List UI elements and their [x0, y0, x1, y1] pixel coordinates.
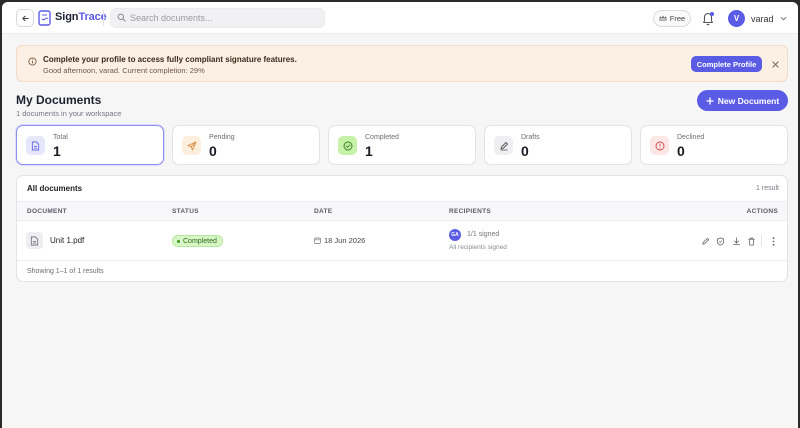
profile-banner: Complete your profile to access fully co… [16, 45, 788, 82]
signed-count: 1/1 signed [467, 231, 500, 238]
close-icon [771, 60, 779, 68]
stat-value: 0 [209, 143, 217, 159]
stat-card-pending[interactable]: Pending 0 [172, 125, 320, 165]
notification-dot [710, 12, 714, 16]
search-box[interactable] [110, 8, 325, 28]
stat-label: Total [53, 134, 68, 141]
chevron-down-icon [780, 16, 786, 21]
calendar-icon [314, 237, 321, 244]
actions-divider [761, 235, 762, 247]
document-icon [31, 141, 40, 150]
column-actions: ACTIONS [746, 208, 778, 215]
search-input[interactable] [130, 11, 320, 25]
status-dot [177, 239, 180, 243]
page-title: My Documents [16, 93, 102, 107]
check-circle-icon [343, 141, 352, 150]
banner-close-button[interactable] [768, 57, 782, 71]
status-badge: Completed [172, 235, 223, 247]
column-date[interactable]: DATE [314, 208, 332, 215]
stat-value: 0 [677, 143, 685, 159]
table-row[interactable]: Unit 1.pdf Completed 18 Jun 2026 GA 1/1 … [17, 221, 787, 261]
status-label: Completed [183, 237, 217, 245]
plan-label: Free [669, 14, 686, 23]
download-icon [732, 236, 740, 245]
stat-label: Declined [677, 134, 705, 141]
back-button[interactable] [16, 9, 34, 27]
complete-profile-button[interactable]: Complete Profile [691, 56, 762, 72]
stat-card-completed[interactable]: Completed 1 [328, 125, 476, 165]
signature-icon [701, 237, 709, 245]
arrow-left-icon [21, 15, 29, 21]
new-document-label: New Document [717, 95, 780, 106]
stat-value: 1 [365, 143, 373, 159]
search-icon [117, 13, 126, 22]
banner-title: Complete your profile to access fully co… [43, 55, 297, 64]
trash-icon [747, 237, 755, 246]
stat-label: Completed [365, 134, 399, 141]
info-icon [28, 57, 37, 66]
pagination-summary: Showing 1–1 of 1 results [27, 268, 104, 275]
column-status[interactable]: STATUS [172, 208, 199, 215]
more-actions-button[interactable] [767, 235, 779, 247]
column-document[interactable]: DOCUMENT [27, 208, 67, 215]
download-action-button[interactable] [730, 235, 742, 247]
avatar: V [728, 10, 745, 27]
top-bar: SignTrace Free V varad [2, 2, 798, 34]
pen-action-button[interactable] [699, 235, 711, 247]
shield-icon [716, 236, 724, 246]
panel-header: All documents 1 result [17, 176, 787, 201]
result-count: 1 result [756, 185, 779, 192]
file-icon [30, 236, 39, 245]
stat-card-total[interactable]: Total 1 [16, 125, 164, 165]
brand-name[interactable]: SignTrace [55, 11, 107, 23]
table-header: DOCUMENT STATUS DATE RECIPIENTS ACTIONS [17, 201, 787, 221]
verify-action-button[interactable] [714, 235, 726, 247]
banner-subtitle: Good afternoon, varad. Current completio… [43, 66, 205, 75]
pencil-icon [500, 141, 508, 150]
panel-title: All documents [27, 184, 83, 193]
page-subtitle: 1 documents in your workspace [16, 109, 122, 118]
document-name[interactable]: Unit 1.pdf [50, 236, 84, 245]
header-divider [103, 10, 104, 26]
user-name: varad [751, 13, 774, 24]
stat-value: 1 [53, 143, 61, 159]
stat-label: Drafts [521, 134, 540, 141]
plus-icon [706, 96, 714, 105]
send-icon [187, 141, 196, 150]
logo-icon [38, 10, 51, 26]
stat-card-drafts[interactable]: Drafts 0 [484, 125, 632, 165]
plan-badge[interactable]: Free [653, 10, 691, 27]
stat-card-declined[interactable]: Declined 0 [640, 125, 788, 165]
user-menu[interactable]: V varad [728, 10, 787, 27]
recipient-avatar: GA [449, 229, 461, 241]
document-date: 18 Jun 2026 [324, 236, 366, 245]
documents-panel: All documents 1 result DOCUMENT STATUS D… [16, 175, 788, 282]
column-recipients[interactable]: RECIPIENTS [449, 208, 491, 215]
crown-icon [659, 15, 667, 21]
app-window: SignTrace Free V varad Complete your pro… [2, 2, 798, 428]
more-vertical-icon [772, 236, 774, 246]
new-document-button[interactable]: New Document [697, 90, 788, 111]
stat-label: Pending [209, 134, 235, 141]
delete-action-button[interactable] [745, 235, 757, 247]
alert-circle-icon [655, 141, 664, 150]
recipients-status: All recipients signed [449, 244, 507, 251]
stat-value: 0 [521, 143, 529, 159]
